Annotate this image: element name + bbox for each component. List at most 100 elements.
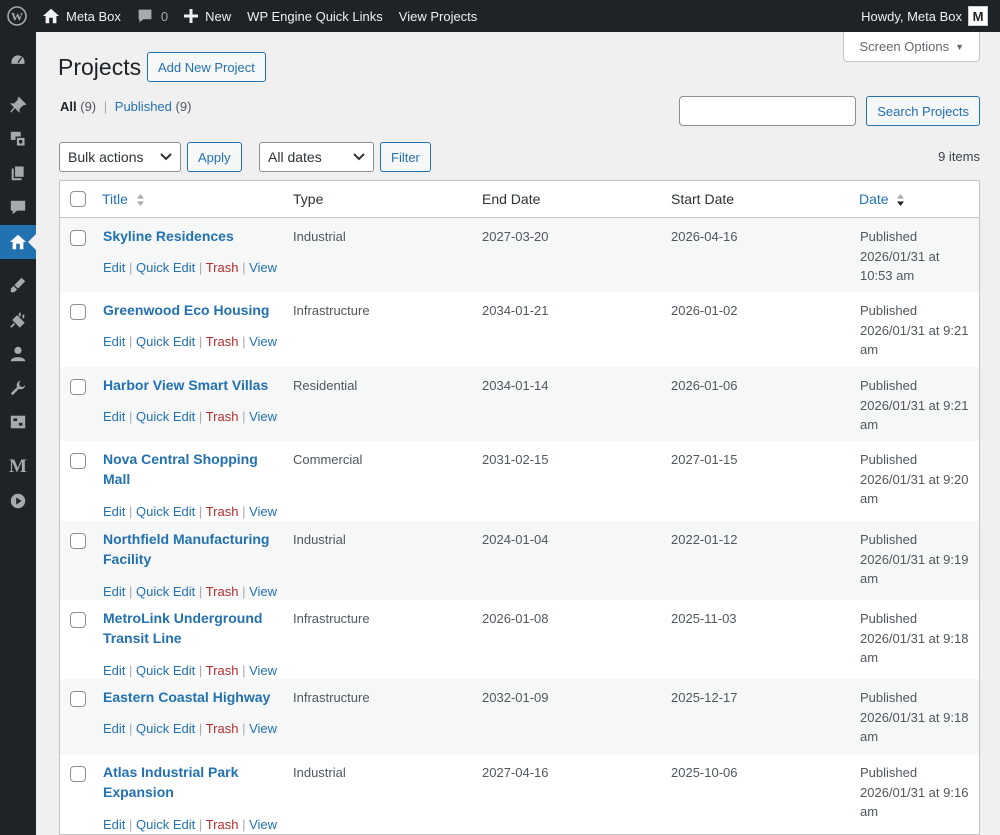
edit-link[interactable]: Edit: [103, 663, 125, 678]
row-checkbox[interactable]: [70, 533, 86, 549]
search-projects-button[interactable]: Search Projects: [866, 96, 980, 126]
project-title-link[interactable]: Greenwood Eco Housing: [103, 301, 278, 321]
row-checkbox[interactable]: [70, 766, 86, 782]
view-link[interactable]: View: [249, 409, 277, 424]
project-title-link[interactable]: Atlas Industrial Park Expansion: [103, 763, 278, 802]
project-title-link[interactable]: Eastern Coastal Highway: [103, 688, 278, 708]
edit-link[interactable]: Edit: [103, 721, 125, 736]
new-content-link[interactable]: New: [176, 0, 239, 32]
wordpress-logo-icon[interactable]: W: [0, 0, 34, 32]
table-row: Nova Central Shopping Mall Edit | Quick …: [60, 441, 979, 521]
post-status: Published: [860, 690, 918, 705]
trash-link[interactable]: Trash: [206, 504, 239, 519]
view-projects-link[interactable]: View Projects: [391, 0, 486, 32]
row-actions-separator: |: [242, 504, 246, 519]
view-all-count: (9): [80, 99, 97, 114]
project-title-link[interactable]: MetroLink Underground Transit Line: [103, 609, 278, 648]
view-link[interactable]: View: [249, 721, 277, 736]
my-account[interactable]: Howdy, Meta Box M: [861, 0, 1000, 32]
quick-edit-link[interactable]: Quick Edit: [136, 409, 195, 424]
view-link[interactable]: View: [249, 504, 277, 519]
chevron-down-icon: [353, 153, 365, 161]
wpengine-quick-links[interactable]: WP Engine Quick Links: [239, 0, 391, 32]
appearance-brush-icon[interactable]: [0, 268, 36, 302]
view-link[interactable]: View: [249, 663, 277, 678]
row-actions-separator: |: [198, 260, 203, 275]
trash-link[interactable]: Trash: [206, 663, 239, 678]
quick-edit-link[interactable]: Quick Edit: [136, 721, 195, 736]
post-status: Published: [860, 611, 918, 626]
comments-link[interactable]: 0: [129, 0, 176, 32]
row-checkbox[interactable]: [70, 230, 86, 246]
row-checkbox[interactable]: [70, 379, 86, 395]
tools-wrench-icon[interactable]: [0, 371, 36, 405]
filter-button[interactable]: Filter: [380, 142, 431, 172]
edit-link[interactable]: Edit: [103, 409, 125, 424]
media-icon[interactable]: [0, 122, 36, 156]
search-input[interactable]: [679, 96, 857, 126]
type-cell: Infrastructure: [293, 690, 370, 705]
view-link[interactable]: View: [249, 584, 277, 599]
row-checkbox[interactable]: [70, 304, 86, 320]
site-name-link[interactable]: Meta Box: [34, 0, 129, 32]
view-all-link[interactable]: All: [60, 99, 77, 114]
row-checkbox[interactable]: [70, 453, 86, 469]
view-link[interactable]: View: [249, 334, 277, 349]
trash-link[interactable]: Trash: [206, 409, 239, 424]
view-link[interactable]: View: [249, 817, 277, 832]
edit-link[interactable]: Edit: [103, 817, 125, 832]
start-date-cell: 2027-01-15: [671, 452, 738, 467]
quick-edit-link[interactable]: Quick Edit: [136, 504, 195, 519]
trash-link[interactable]: Trash: [206, 817, 239, 832]
project-title-link[interactable]: Harbor View Smart Villas: [103, 376, 278, 396]
apply-button[interactable]: Apply: [187, 142, 242, 172]
view-link[interactable]: View: [249, 260, 277, 275]
dashboard-icon[interactable]: [0, 44, 36, 78]
project-title-link[interactable]: Nova Central Shopping Mall: [103, 450, 278, 489]
end-date-cell: 2027-04-16: [482, 765, 549, 780]
users-icon[interactable]: [0, 337, 36, 371]
column-title-sort[interactable]: Title: [102, 191, 145, 207]
projects-home-icon[interactable]: [0, 225, 36, 259]
trash-link[interactable]: Trash: [206, 260, 239, 275]
quick-edit-link[interactable]: Quick Edit: [136, 260, 195, 275]
pages-icon[interactable]: [0, 156, 36, 190]
video-play-icon[interactable]: [0, 484, 36, 518]
quick-edit-link[interactable]: Quick Edit: [136, 334, 195, 349]
row-actions-separator: |: [242, 409, 246, 424]
edit-link[interactable]: Edit: [103, 504, 125, 519]
row-checkbox[interactable]: [70, 612, 86, 628]
project-title-link[interactable]: Northfield Manufacturing Facility: [103, 530, 278, 569]
publish-date: 2026/01/31 at 9:18 am: [860, 630, 969, 666]
column-date-sort[interactable]: Date: [859, 191, 905, 207]
end-date-cell: 2032-01-09: [482, 690, 549, 705]
trash-link[interactable]: Trash: [206, 721, 239, 736]
start-date-cell: 2022-01-12: [671, 532, 738, 547]
edit-link[interactable]: Edit: [103, 584, 125, 599]
type-cell: Infrastructure: [293, 303, 370, 318]
select-all-checkbox[interactable]: [70, 191, 86, 207]
edit-link[interactable]: Edit: [103, 334, 125, 349]
project-title-link[interactable]: Skyline Residences: [103, 227, 278, 247]
quick-edit-link[interactable]: Quick Edit: [136, 817, 195, 832]
dates-filter-select[interactable]: All dates: [259, 142, 374, 172]
quick-edit-link[interactable]: Quick Edit: [136, 584, 195, 599]
row-actions: Edit | Quick Edit | Trash | View: [103, 663, 277, 678]
row-checkbox[interactable]: [70, 691, 86, 707]
end-date-cell: 2026-01-08: [482, 611, 549, 626]
trash-link[interactable]: Trash: [206, 584, 239, 599]
trash-link[interactable]: Trash: [206, 334, 239, 349]
comments-icon[interactable]: [0, 190, 36, 224]
meta-box-icon[interactable]: M: [0, 448, 36, 482]
bulk-actions-select[interactable]: Bulk actions: [59, 142, 181, 172]
quick-edit-link[interactable]: Quick Edit: [136, 663, 195, 678]
plugins-icon[interactable]: [0, 303, 36, 337]
settings-icon[interactable]: [0, 405, 36, 439]
edit-link[interactable]: Edit: [103, 260, 125, 275]
add-new-project-button[interactable]: Add New Project: [147, 52, 266, 82]
posts-pin-icon[interactable]: [0, 88, 36, 122]
caret-down-icon: ▼: [955, 41, 964, 52]
view-published-link[interactable]: Published: [115, 99, 172, 114]
home-icon: [42, 8, 60, 24]
screen-options-button[interactable]: Screen Options ▼: [843, 32, 980, 62]
